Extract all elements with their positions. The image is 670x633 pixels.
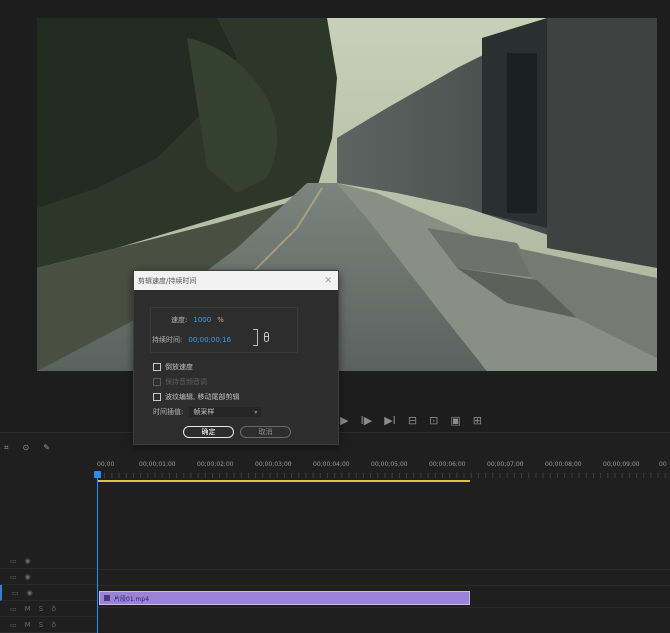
- timeline-tools: ⌗ ⊙ ✎: [4, 443, 50, 453]
- ruler-label: 00;00;08;00: [545, 461, 582, 468]
- interpolation-value: 帧采样: [193, 408, 215, 416]
- toggle-output-icon[interactable]: ▭: [10, 605, 17, 613]
- duration-row: 持续时间: 00;00;00;16: [152, 335, 231, 345]
- play-icon[interactable]: ▶: [340, 412, 348, 430]
- interpolation-label: 时间插值:: [153, 408, 184, 416]
- ruler-label: 00;00;09;00: [603, 461, 640, 468]
- cancel-button[interactable]: 取消: [240, 426, 291, 438]
- track-v2-header[interactable]: ▭ ◉: [0, 569, 97, 585]
- toggle-output-icon[interactable]: ▭: [12, 589, 19, 597]
- monitor-scrub-bar[interactable]: [20, 398, 660, 400]
- track-a2-header[interactable]: ▭ M S ♁: [0, 617, 97, 633]
- go-to-out-icon[interactable]: ▶I: [384, 412, 396, 430]
- ripple-edit-label: 波纹编辑, 移动尾部剪辑: [165, 393, 240, 401]
- checkbox-box[interactable]: [153, 393, 161, 401]
- reverse-speed-label: 倒放速度: [165, 363, 193, 371]
- snap-icon[interactable]: ⌗: [4, 443, 9, 453]
- interpolation-row: 时间插值: 帧采样 ▾: [153, 407, 262, 417]
- ruler-label: 00;00;01;00: [139, 461, 176, 468]
- transport-controls: ▶ I▶ ▶I ⊟ ⊡ ▣ ⊞: [340, 412, 482, 430]
- ruler-label: 00;00;05;00: [371, 461, 408, 468]
- clip-name: 片段01.mp4: [114, 595, 150, 603]
- wrench-icon[interactable]: ✎: [43, 443, 50, 453]
- playhead-handle[interactable]: [94, 471, 101, 478]
- ruler-label: 00;00: [97, 461, 115, 468]
- eye-icon[interactable]: ◉: [25, 573, 31, 581]
- duration-input[interactable]: 00;00;00;16: [188, 336, 231, 344]
- chevron-down-icon: ▾: [254, 408, 258, 416]
- overwrite-icon[interactable]: ⊡: [429, 412, 438, 430]
- export-frame-icon[interactable]: ▣: [450, 412, 460, 430]
- eye-icon[interactable]: ◉: [25, 557, 31, 565]
- maintain-pitch-label: 保持音频音调: [165, 378, 207, 386]
- maintain-pitch-checkbox[interactable]: 保持音频音调: [153, 377, 207, 387]
- checkbox-box[interactable]: [153, 378, 161, 386]
- button-editor-icon[interactable]: ⊞: [473, 412, 482, 430]
- ruler-label: 00;00;07;00: [487, 461, 524, 468]
- time-ruler[interactable]: 00;00 00;00;01;00 00;00;02;00 00;00;03;0…: [97, 461, 670, 481]
- track-headers: ▭ ◉ ▭ ◉ ▭ ◉ ▭ M S ♁ ▭ M S ♁: [0, 553, 97, 633]
- ruler-label: 00: [659, 461, 667, 468]
- ok-button[interactable]: 确定: [183, 426, 234, 438]
- mic-icon[interactable]: ♁: [51, 621, 56, 629]
- toggle-output-icon[interactable]: ▭: [10, 557, 17, 565]
- solo-icon[interactable]: S: [39, 621, 43, 629]
- track-divider: [97, 585, 670, 586]
- playhead-line: [97, 473, 98, 633]
- mute-icon[interactable]: M: [25, 621, 31, 629]
- duration-label: 持续时间:: [152, 336, 183, 344]
- insert-icon[interactable]: ⊟: [408, 412, 417, 430]
- ruler-label: 00;00;04;00: [313, 461, 350, 468]
- ruler-label: 00;00;03;00: [255, 461, 292, 468]
- close-icon[interactable]: ✕: [324, 276, 332, 286]
- fx-badge-icon: [104, 595, 110, 601]
- speed-input[interactable]: 1000: [193, 316, 211, 324]
- speed-unit: %: [217, 316, 224, 324]
- ruler-label: 00;00;06;00: [429, 461, 466, 468]
- track-divider: [97, 569, 670, 570]
- dialog-title: 剪辑速度/持续时间: [138, 276, 197, 285]
- checkbox-box[interactable]: [153, 363, 161, 371]
- eye-icon[interactable]: ◉: [27, 589, 33, 597]
- ruler-label: 00;00;02;00: [197, 461, 234, 468]
- speed-row: 速度: 1000 %: [171, 315, 224, 325]
- work-area-bar[interactable]: [97, 480, 470, 482]
- video-preview: [37, 18, 657, 371]
- timeline-panel: ⌗ ⊙ ✎ 00;00 00;00;01;00 00;00;02;00 00;0…: [0, 432, 670, 633]
- track-a1-header[interactable]: ▭ M S ♁: [0, 601, 97, 617]
- speed-label: 速度:: [171, 316, 188, 324]
- track-divider: [97, 607, 670, 608]
- interpolation-select[interactable]: 帧采样 ▾: [189, 407, 262, 417]
- step-forward-icon[interactable]: I▶: [360, 412, 372, 430]
- toggle-output-icon[interactable]: ▭: [10, 573, 17, 581]
- dialog-titlebar[interactable]: 剪辑速度/持续时间 ✕: [134, 271, 338, 290]
- track-v3-header[interactable]: ▭ ◉: [0, 553, 97, 569]
- mic-icon[interactable]: ♁: [51, 605, 56, 613]
- track-v1-header[interactable]: ▭ ◉: [0, 585, 97, 601]
- chain-link-icon[interactable]: [264, 332, 269, 342]
- street-scene-image: [37, 18, 657, 371]
- toggle-output-icon[interactable]: ▭: [10, 621, 17, 629]
- link-bracket: [253, 329, 258, 346]
- speed-duration-dialog: 剪辑速度/持续时间 ✕ 速度: 1000 % 持续时间: 00;00;00;16…: [133, 270, 339, 445]
- speed-duration-group: [150, 307, 298, 353]
- reverse-speed-checkbox[interactable]: 倒放速度: [153, 362, 193, 372]
- ruler-ticks: [97, 473, 670, 478]
- video-clip[interactable]: 片段01.mp4: [99, 591, 470, 605]
- ripple-edit-checkbox[interactable]: 波纹编辑, 移动尾部剪辑: [153, 392, 239, 402]
- solo-icon[interactable]: S: [39, 605, 43, 613]
- mute-icon[interactable]: M: [25, 605, 31, 613]
- linked-selection-icon[interactable]: ⊙: [23, 443, 30, 453]
